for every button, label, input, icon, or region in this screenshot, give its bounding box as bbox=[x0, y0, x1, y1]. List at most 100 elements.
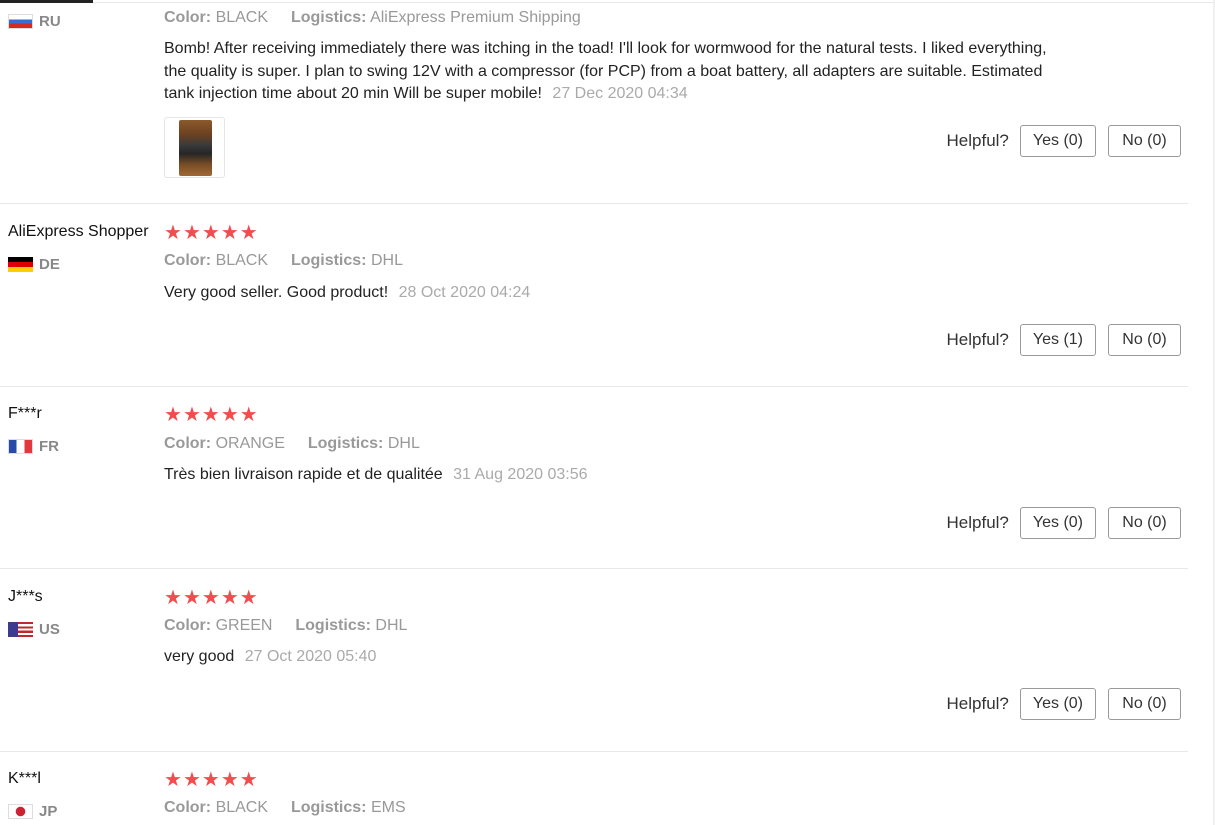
review-text: Bomb! After receiving immediately there … bbox=[164, 38, 1054, 106]
logistics-value: AliExpress Premium Shipping bbox=[370, 9, 581, 26]
review-item: AliExpress Shopper DE ★ ★ ★ ★ ★ Color: BLACK… bbox=[0, 203, 1188, 387]
star-icon: ★ bbox=[220, 404, 239, 426]
logistics-label: Logistics: bbox=[290, 9, 367, 26]
helpful-label: Helpful? bbox=[946, 131, 1009, 150]
star-icon: ★ bbox=[239, 404, 258, 426]
color-label: Color: bbox=[164, 9, 212, 26]
star-icon: ★ bbox=[239, 222, 258, 244]
color-label: Color: bbox=[164, 252, 212, 269]
star-icon: ★ bbox=[201, 587, 220, 609]
review-photo-thumbnail[interactable] bbox=[164, 117, 225, 178]
star-icon: ★ bbox=[201, 222, 220, 244]
review-attributes: Color: BLACK Logistics: EMS bbox=[164, 799, 406, 817]
buyer-country: RU bbox=[8, 13, 61, 30]
buyer-name: K***l bbox=[8, 770, 41, 787]
russia-flag-icon bbox=[8, 14, 33, 29]
review-date: 27 Oct 2020 05:40 bbox=[244, 648, 377, 665]
star-icon: ★ bbox=[239, 587, 258, 609]
helpful-controls: Helpful? Yes (0) No (0) bbox=[947, 125, 1181, 157]
logistics-label: Logistics: bbox=[290, 252, 367, 269]
helpful-controls: Helpful? Yes (1) No (0) bbox=[947, 324, 1181, 356]
star-icon: ★ bbox=[164, 587, 182, 609]
review-date: 31 Aug 2020 03:56 bbox=[453, 466, 588, 483]
review-attributes: Color: GREEN Logistics: DHL bbox=[164, 617, 407, 635]
japan-flag-icon bbox=[8, 804, 33, 819]
helpful-yes-button[interactable]: Yes (0) bbox=[1019, 688, 1096, 720]
review-item: RU Color: BLACK Logistics: AliExpress Pr… bbox=[0, 0, 1188, 204]
country-code: DE bbox=[39, 256, 60, 273]
review-text: very good 27 Oct 2020 05:40 bbox=[164, 646, 1054, 669]
star-icon: ★ bbox=[182, 404, 201, 426]
buyer-country: US bbox=[8, 621, 60, 638]
star-icon: ★ bbox=[239, 769, 258, 791]
star-icon: ★ bbox=[182, 769, 201, 791]
review-item: F***r FR ★ ★ ★ ★ ★ Color: ORANGE Logistics: … bbox=[0, 386, 1188, 569]
star-icon: ★ bbox=[220, 222, 239, 244]
review-date: 27 Dec 2020 04:34 bbox=[552, 85, 688, 102]
review-text: Très bien livraison rapide et de qualité… bbox=[164, 464, 1054, 487]
review-body: very good bbox=[164, 648, 235, 665]
review-item: J***s US ★ ★ ★ ★ ★ Color: GREEN Logistics: D… bbox=[0, 568, 1188, 752]
star-icon: ★ bbox=[220, 769, 239, 791]
color-value: BLACK bbox=[215, 252, 269, 269]
star-rating: ★ ★ ★ ★ ★ bbox=[164, 588, 258, 608]
color-value: ORANGE bbox=[215, 435, 285, 452]
review-item: K***l JP ★ ★ ★ ★ ★ Color: BLACK Logistics: E… bbox=[0, 751, 1188, 825]
buyer-country: DE bbox=[8, 256, 60, 273]
color-value: BLACK bbox=[215, 9, 269, 26]
star-icon: ★ bbox=[201, 404, 220, 426]
country-code: FR bbox=[39, 438, 59, 455]
helpful-yes-button[interactable]: Yes (1) bbox=[1019, 324, 1096, 356]
logistics-value: DHL bbox=[370, 252, 403, 269]
helpful-label: Helpful? bbox=[946, 513, 1009, 532]
color-value: BLACK bbox=[215, 799, 269, 816]
star-icon: ★ bbox=[182, 222, 201, 244]
helpful-no-button[interactable]: No (0) bbox=[1108, 324, 1181, 356]
color-label: Color: bbox=[164, 799, 212, 816]
france-flag-icon bbox=[8, 439, 33, 454]
helpful-label: Helpful? bbox=[946, 694, 1009, 713]
review-attributes: Color: BLACK Logistics: AliExpress Premi… bbox=[164, 9, 581, 27]
logistics-value: EMS bbox=[370, 799, 406, 816]
color-value: GREEN bbox=[215, 617, 273, 634]
logistics-value: DHL bbox=[387, 435, 420, 452]
color-label: Color: bbox=[164, 617, 212, 634]
review-date: 28 Oct 2020 04:24 bbox=[398, 284, 531, 301]
usa-flag-icon bbox=[8, 622, 33, 637]
buyer-name: AliExpress Shopper bbox=[8, 223, 149, 240]
star-rating: ★ ★ ★ ★ ★ bbox=[164, 770, 258, 790]
buyer-name: J***s bbox=[8, 588, 43, 605]
country-code: US bbox=[39, 621, 60, 638]
helpful-yes-button[interactable]: Yes (0) bbox=[1019, 507, 1096, 539]
star-rating: ★ ★ ★ ★ ★ bbox=[164, 405, 258, 425]
review-attributes: Color: BLACK Logistics: DHL bbox=[164, 252, 403, 270]
star-rating: ★ ★ ★ ★ ★ bbox=[164, 223, 258, 243]
review-body: Very good seller. Good product! bbox=[164, 284, 389, 301]
review-attributes: Color: ORANGE Logistics: DHL bbox=[164, 435, 420, 453]
color-label: Color: bbox=[164, 435, 212, 452]
logistics-label: Logistics: bbox=[307, 435, 384, 452]
buyer-country: FR bbox=[8, 438, 59, 455]
helpful-controls: Helpful? Yes (0) No (0) bbox=[947, 688, 1181, 720]
buyer-country: JP bbox=[8, 803, 57, 820]
germany-flag-icon bbox=[8, 257, 33, 272]
buyer-name: F***r bbox=[8, 405, 42, 422]
logistics-label: Logistics: bbox=[295, 617, 371, 634]
logistics-label: Logistics: bbox=[290, 799, 367, 816]
star-icon: ★ bbox=[220, 587, 239, 609]
star-icon: ★ bbox=[164, 404, 182, 426]
star-icon: ★ bbox=[164, 769, 182, 791]
country-code: JP bbox=[39, 803, 58, 820]
helpful-no-button[interactable]: No (0) bbox=[1108, 125, 1181, 157]
star-icon: ★ bbox=[201, 769, 220, 791]
helpful-controls: Helpful? Yes (0) No (0) bbox=[947, 507, 1181, 539]
star-icon: ★ bbox=[182, 587, 201, 609]
logistics-value: DHL bbox=[375, 617, 408, 634]
review-text: Very good seller. Good product! 28 Oct 2… bbox=[164, 282, 1054, 305]
helpful-no-button[interactable]: No (0) bbox=[1108, 507, 1181, 539]
country-code: RU bbox=[39, 13, 61, 30]
helpful-yes-button[interactable]: Yes (0) bbox=[1019, 125, 1096, 157]
helpful-no-button[interactable]: No (0) bbox=[1108, 688, 1181, 720]
review-body: Très bien livraison rapide et de qualité… bbox=[164, 466, 443, 483]
helpful-label: Helpful? bbox=[946, 330, 1009, 349]
